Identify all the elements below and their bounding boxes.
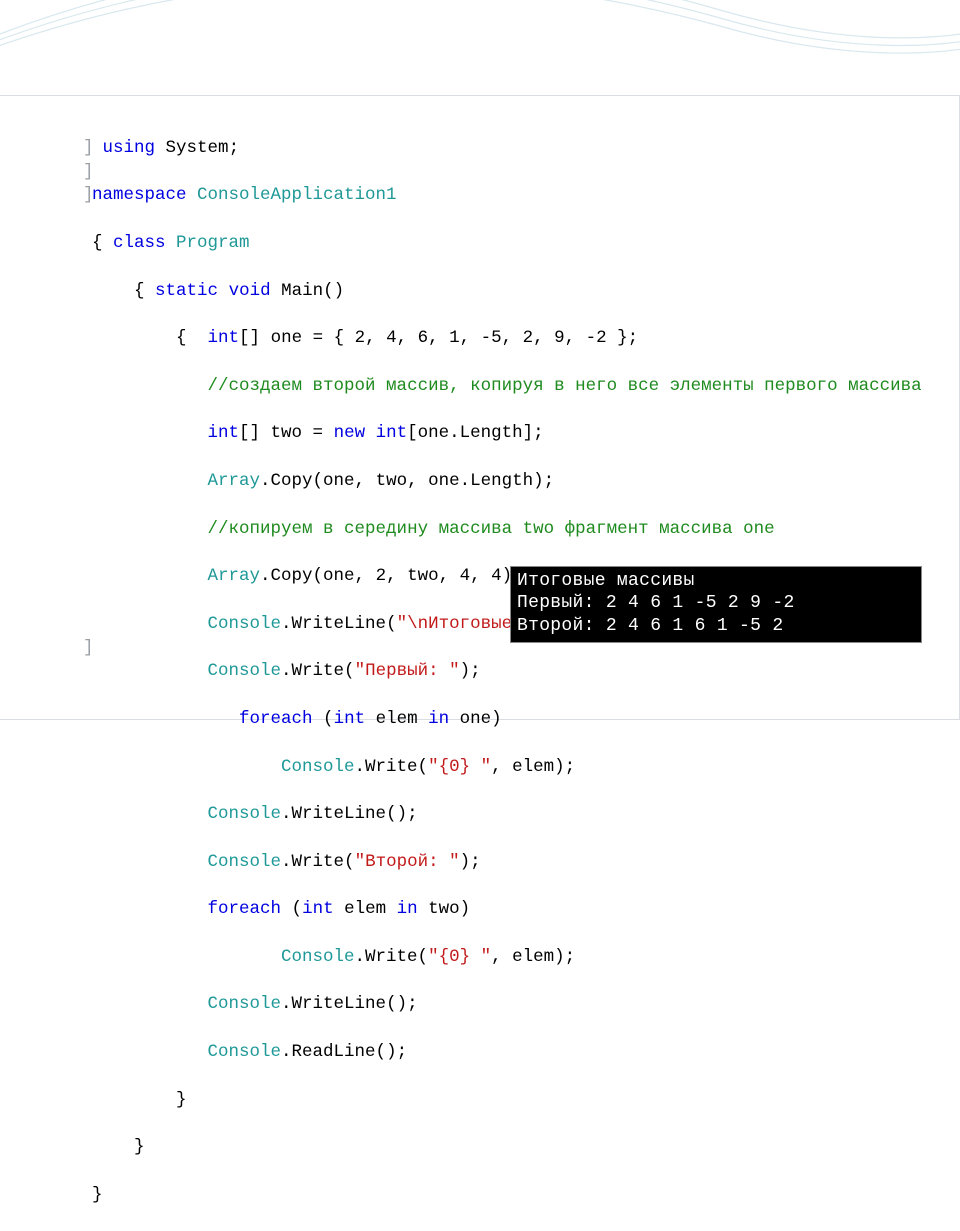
code-line: Console.WriteLine(); [92, 803, 922, 827]
code-line: Console.ReadLine(); [92, 1041, 922, 1065]
code-line: Console.Write("Первый: "); [92, 660, 922, 684]
code-line: using System; [92, 137, 922, 161]
code-line: Console.Write("{0} ", elem); [92, 946, 922, 970]
code-line: { int[] one = { 2, 4, 6, 1, -5, 2, 9, -2… [92, 327, 922, 351]
console-output: Итоговые массивы Первый: 2 4 6 1 -5 2 9 … [510, 566, 922, 644]
code-line: { class Program [92, 232, 922, 256]
code-line: namespace ConsoleApplication1 [92, 184, 922, 208]
code-line: int[] two = new int[one.Length]; [92, 422, 922, 446]
code-line: foreach (int elem in two) [92, 898, 922, 922]
code-line: { static void Main() [92, 280, 922, 304]
code-line: Console.Write("Второй: "); [92, 851, 922, 875]
code-line: } [92, 1136, 922, 1160]
code-line: //создаем второй массив, копируя в него … [92, 375, 922, 399]
code-line: Console.WriteLine(); [92, 993, 922, 1017]
code-block: using System; namespace ConsoleApplicati… [92, 113, 922, 1231]
code-line: } [92, 1089, 922, 1113]
decorative-swoop [0, 0, 960, 100]
code-line: } [92, 1184, 922, 1208]
code-line: //копируем в середину массива two фрагме… [92, 518, 922, 542]
code-line: Console.Write("{0} ", elem); [92, 756, 922, 780]
code-line: Array.Copy(one, two, one.Length); [92, 470, 922, 494]
